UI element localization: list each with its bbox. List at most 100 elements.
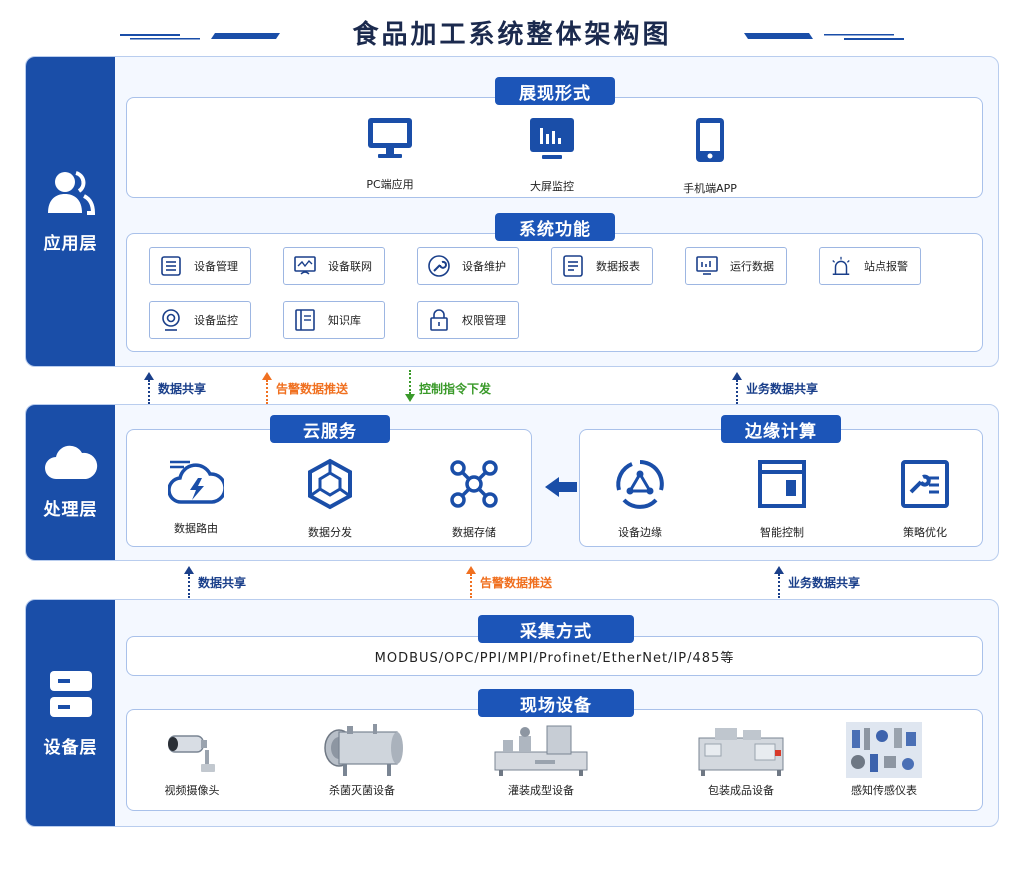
device-packaging-machine[interactable]: 包装成品设备 [681,720,801,798]
lock-icon [430,309,448,331]
function-label: 知识库 [328,314,361,327]
edge-item-label: 设备边缘 [618,526,662,539]
book-icon [295,309,315,331]
function-label: 站点报警 [864,260,908,273]
strategy-icon [901,460,949,508]
field-devices-pill: 现场设备 [478,689,634,717]
function-label: 设备管理 [194,260,238,273]
arrow-line-alarm-push-top [266,380,268,404]
device-layer-sidebar: 设备层 [26,600,115,826]
field-devices-panel: 视频摄像头 杀菌灭菌设备 灌装成型设备 包装成品设备 感知传感仪表 [126,709,983,811]
function-label: 设备监控 [194,314,238,327]
device-label: 杀菌灭菌设备 [329,784,395,797]
cloud-service-pill: 云服务 [270,415,390,443]
hexagon-network-icon [308,458,352,510]
cctv-camera-icon [168,735,215,772]
edge-item-strategy-optimization[interactable]: 策略优化 [870,458,980,540]
function-device-monitoring[interactable]: 设备监控 [149,301,251,339]
arrow-label-alarm-push: 告警数据推送 [480,576,553,590]
monitor-icon [368,118,412,158]
function-knowledge-base[interactable]: 知识库 [283,301,385,339]
network-icon [294,256,316,275]
arrow-label-business-share: 业务数据共享 [788,576,861,590]
device-cctv-camera[interactable]: 视频摄像头 [132,720,252,798]
functions-pill: 系统功能 [495,213,615,241]
display-item-label: 大屏监控 [530,180,574,193]
arrow-up-head [262,372,272,380]
display-item-label: PC端应用 [366,178,414,191]
users-icon [47,171,95,215]
function-label: 设备维护 [462,260,506,273]
cloud-item-label: 数据路由 [174,522,218,535]
function-label: 数据报表 [596,260,640,273]
device-label: 视频摄像头 [164,784,220,797]
arrow-line-business-share-top [736,380,738,404]
arrow-line-data-share-bottom [188,574,190,598]
cloud-icon [44,445,97,479]
cloud-item-data-routing[interactable]: 数据路由 [141,458,251,536]
display-item-bigscreen[interactable]: 大屏监控 [497,116,607,194]
arrow-down-head [405,394,415,402]
cloud-bolt-icon [167,460,227,504]
dashboard-screen-icon [530,118,574,159]
function-label: 权限管理 [462,314,506,327]
edge-computing-pill: 边缘计算 [721,415,841,443]
collection-pill: 采集方式 [478,615,634,643]
cloud-item-label: 数据存储 [452,526,496,539]
function-data-report[interactable]: 数据报表 [551,247,653,285]
display-pill: 展现形式 [495,77,615,105]
camera-icon [162,309,180,331]
list-icon [161,256,181,276]
app-layer: 应用层 PC端应用 大屏监控 手机端APP 展现形式 设备管理 设备联网 设备维… [25,56,999,367]
edge-item-device-edge[interactable]: 设备边缘 [585,458,695,540]
device-label: 感知传感仪表 [851,784,917,797]
edge-item-smart-control[interactable]: 智能控制 [727,458,837,540]
device-sterilizer[interactable]: 杀菌灭菌设备 [302,720,422,798]
function-running-data[interactable]: 运行数据 [685,247,787,285]
function-device-networking[interactable]: 设备联网 [283,247,385,285]
process-layer-sidebar: 处理层 [26,405,115,560]
functions-panel: 设备管理 设备联网 设备维护 数据报表 运行数据 站点报警 设备监控 知识库 权… [126,233,983,352]
edge-computing-panel: 设备边缘 智能控制 策略优化 [579,429,983,547]
title-decoration-right [744,33,904,40]
server-icon [49,670,92,717]
packaging-machine-icon [698,728,784,776]
cloud-service-panel: 数据路由 数据分发 数据存储 [126,429,532,547]
arrow-label-data-share: 数据共享 [198,576,247,590]
arrow-line-control-command [409,370,411,394]
arrow-label-business-share: 业务数据共享 [746,382,819,396]
arrow-line-alarm-push-bottom [470,574,472,598]
sterilizer-icon [324,724,403,776]
device-label: 包装成品设备 [708,784,774,797]
function-device-maintenance[interactable]: 设备维护 [417,247,519,285]
device-filling-machine[interactable]: 灌装成型设备 [481,720,601,798]
mobile-phone-icon [696,118,724,162]
chart-monitor-icon [696,256,718,275]
arrow-up-head [732,372,742,380]
app-layer-sidebar: 应用层 [26,57,115,366]
device-layer: 设备层 MODBUS/OPC/PPI/MPI/Profinet/EtherNet… [25,599,999,827]
device-sensors[interactable]: 感知传感仪表 [824,720,944,798]
arrow-label-data-share: 数据共享 [158,382,207,396]
sensors-icon [846,722,922,778]
cloud-item-data-storage[interactable]: 数据存储 [419,458,529,540]
arrow-label-control-command: 控制指令下发 [419,382,492,396]
edge-to-cloud-arrow [545,477,577,497]
function-label: 运行数据 [730,260,774,273]
display-item-mobile[interactable]: 手机端APP [655,116,765,196]
nodes-icon [450,460,498,508]
device-label: 灌装成型设备 [508,784,574,797]
wrench-icon [428,255,450,277]
function-device-management[interactable]: 设备管理 [149,247,251,285]
filling-machine-icon [494,725,588,776]
cloud-item-data-distribution[interactable]: 数据分发 [275,458,385,540]
edge-item-label: 策略优化 [903,526,947,539]
process-layer: 处理层 数据路由 数据分发 数据存储 云服务 设备边缘 智能控制 策略优化 边缘… [25,404,999,561]
function-site-alarm[interactable]: 站点报警 [819,247,921,285]
arrow-label-alarm-push: 告警数据推送 [276,382,349,396]
arrow-up-head [144,372,154,380]
arrow-up-head [184,566,194,574]
display-item-pc[interactable]: PC端应用 [335,116,445,192]
function-permission-management[interactable]: 权限管理 [417,301,519,339]
report-icon [563,255,583,277]
